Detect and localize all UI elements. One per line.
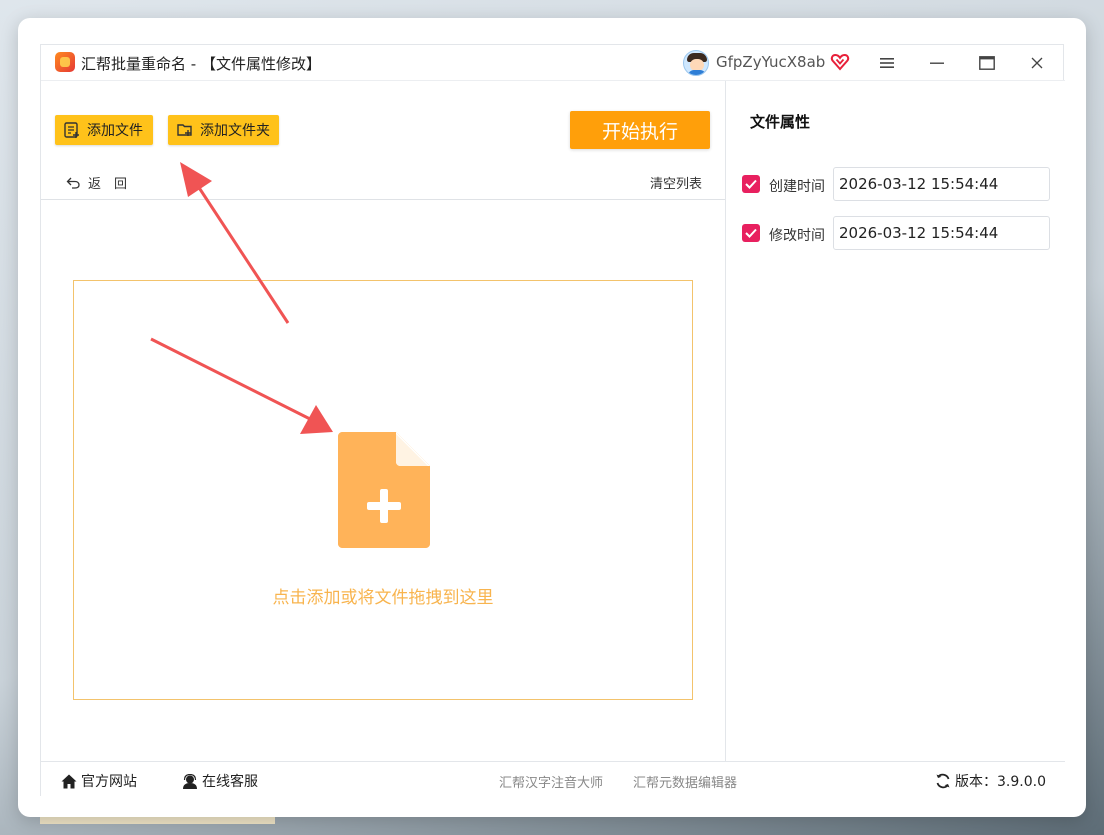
- add-folder-button[interactable]: 添加文件夹: [168, 115, 279, 145]
- properties-panel: 文件属性 创建时间 修改时间: [725, 81, 1064, 761]
- created-time-row: 创建时间: [742, 167, 1052, 201]
- back-label: 返 回: [88, 177, 128, 192]
- username-label[interactable]: GfpZyYucX8ab: [716, 53, 825, 71]
- modified-time-input[interactable]: [833, 216, 1050, 250]
- diamond-heart-icon[interactable]: [830, 52, 850, 72]
- status-bar: 官方网站 在线客服 汇帮汉字注音大师 汇帮元数据编辑器 版本：3.9.0.0: [41, 761, 1065, 797]
- home-icon: [61, 774, 77, 788]
- title-bar: 汇帮批量重命名 - 【文件属性修改】 GfpZyYucX8ab: [41, 45, 1065, 81]
- modified-time-label: 修改时间: [769, 228, 825, 244]
- add-file-icon: [64, 122, 79, 138]
- add-file-button[interactable]: 添加文件: [55, 115, 153, 145]
- support-label: 在线客服: [202, 774, 258, 790]
- file-add-icon: [338, 432, 430, 548]
- refresh-icon[interactable]: [935, 773, 951, 789]
- created-time-checkbox[interactable]: [742, 175, 760, 193]
- created-time-label: 创建时间: [769, 179, 825, 195]
- version-label: 版本：3.9.0.0: [955, 774, 1046, 790]
- modified-time-row: 修改时间: [742, 216, 1052, 250]
- menu-icon[interactable]: [871, 49, 903, 77]
- customer-service-icon: [183, 773, 197, 789]
- properties-title: 文件属性: [750, 113, 811, 131]
- back-button[interactable]: 返 回: [66, 173, 127, 192]
- window-title: 汇帮批量重命名 - 【文件属性修改】: [81, 55, 321, 73]
- metadata-editor-link[interactable]: 汇帮元数据编辑器: [633, 772, 737, 791]
- version-info: 版本：3.9.0.0: [935, 771, 1046, 791]
- minimize-icon[interactable]: [921, 49, 953, 77]
- support-link[interactable]: 在线客服: [182, 771, 258, 791]
- drop-hint-text: 点击添加或将文件拖拽到这里: [272, 588, 494, 608]
- back-arrow-icon: [66, 177, 80, 189]
- add-folder-icon: [177, 124, 192, 136]
- checkmark-icon: [745, 179, 757, 189]
- website-label: 官方网站: [81, 774, 137, 790]
- add-folder-label: 添加文件夹: [200, 123, 270, 139]
- modified-time-checkbox[interactable]: [742, 224, 760, 242]
- start-button[interactable]: 开始执行: [570, 111, 710, 149]
- app-window: 汇帮批量重命名 - 【文件属性修改】 GfpZyYucX8ab 添加文件 添加文…: [18, 18, 1086, 817]
- user-avatar[interactable]: [683, 50, 709, 76]
- close-icon[interactable]: [1021, 49, 1053, 77]
- app-frame: 汇帮批量重命名 - 【文件属性修改】 GfpZyYucX8ab 添加文件 添加文…: [40, 44, 1065, 797]
- maximize-icon[interactable]: [971, 49, 1003, 77]
- pinyin-tool-link[interactable]: 汇帮汉字注音大师: [499, 772, 603, 791]
- file-drop-zone[interactable]: 点击添加或将文件拖拽到这里: [73, 280, 693, 700]
- website-link[interactable]: 官方网站: [61, 771, 137, 791]
- clear-list-button[interactable]: 清空列表: [650, 173, 702, 192]
- checkmark-icon: [745, 228, 757, 238]
- app-logo-icon: [55, 52, 75, 72]
- created-time-input[interactable]: [833, 167, 1050, 201]
- list-divider: [41, 199, 725, 200]
- add-file-label: 添加文件: [87, 123, 143, 139]
